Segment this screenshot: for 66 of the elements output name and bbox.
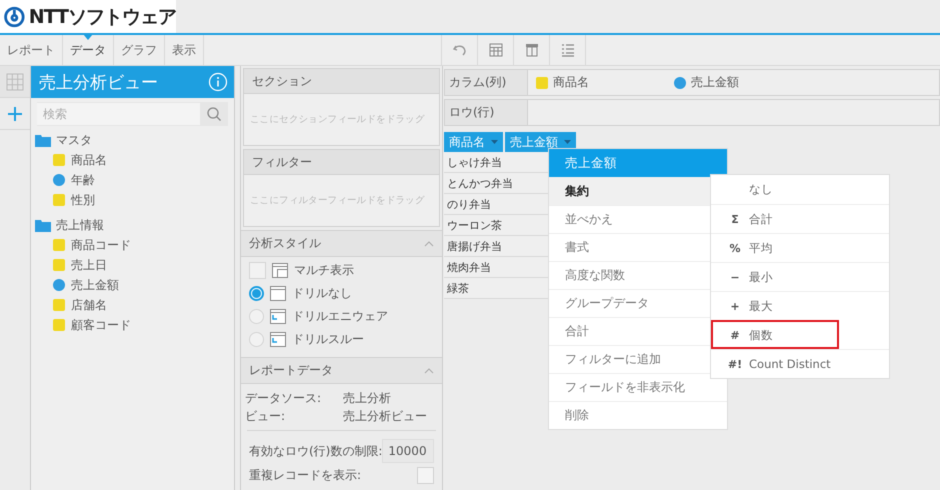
property-value: 売上分析: [343, 390, 391, 404]
search-field[interactable]: 検索: [37, 102, 228, 126]
search-icon[interactable]: [206, 106, 222, 122]
field-item[interactable]: 店舗名: [71, 296, 107, 314]
measure-icon: [53, 279, 65, 291]
field-item[interactable]: 年齢: [71, 172, 95, 188]
menu-tab[interactable]: レポート: [0, 35, 63, 65]
field-item[interactable]: 商品コード: [71, 236, 131, 254]
radio-button[interactable]: [249, 309, 264, 324]
option-label: ドリルなし: [292, 285, 352, 302]
folder-label[interactable]: 売上情報: [56, 216, 104, 234]
shelf-field[interactable]: 売上金額: [691, 74, 739, 91]
dimension-icon: [53, 194, 65, 206]
field-label: 有効なロウ(行)数の制限:: [249, 442, 382, 460]
shelf-field[interactable]: 商品名: [553, 74, 589, 91]
dimension-icon: [53, 299, 65, 311]
menu-title: 売上金額: [549, 149, 727, 177]
panel-title: 売上分析ビュー: [39, 72, 158, 94]
radio-button[interactable]: [249, 286, 264, 301]
property-value: 売上分析ビュー: [343, 408, 427, 422]
field-item[interactable]: 売上金額: [71, 276, 119, 294]
layout-icon: [270, 332, 286, 347]
dimension-icon: [53, 319, 65, 331]
folder-icon: [35, 218, 51, 232]
menu-tab[interactable]: グラフ: [114, 35, 165, 65]
layout-icon: [270, 309, 286, 324]
dropdown-icon[interactable]: [564, 140, 571, 144]
radio-button[interactable]: [249, 332, 264, 347]
dimension-icon: [536, 76, 548, 88]
field-item[interactable]: 売上日: [71, 256, 107, 274]
option-label: ドリルスルー: [292, 331, 364, 348]
property-label: データソース:: [245, 390, 322, 404]
field-item[interactable]: 顧客コード: [71, 316, 131, 334]
option-label: マルチ表示: [294, 262, 354, 279]
row-limit-field[interactable]: 10000: [382, 439, 434, 463]
collapse-icon[interactable]: [424, 368, 434, 374]
shelf-label: カラム(列): [445, 70, 528, 95]
measure-icon: [53, 174, 65, 186]
dimension-icon: [53, 259, 65, 271]
field-label: 重複レコードを表示:: [249, 467, 362, 484]
field-item[interactable]: 性別: [71, 192, 95, 208]
grid-icon[interactable]: [0, 66, 30, 98]
dropdown-icon[interactable]: [491, 140, 498, 144]
folder-label[interactable]: マスタ: [56, 132, 92, 148]
dimension-icon: [53, 154, 65, 166]
folder-icon: [35, 134, 51, 146]
property-label: ビュー:: [245, 408, 286, 422]
layout-icon: [272, 263, 288, 278]
menu-tab[interactable]: データ: [63, 35, 114, 65]
checkbox[interactable]: [249, 262, 266, 279]
menu-item[interactable]: # 個数: [711, 320, 839, 349]
section-header: フィルター: [244, 150, 439, 175]
checkbox[interactable]: [417, 467, 434, 484]
collapse-icon[interactable]: [424, 240, 434, 246]
shelf-label: ロウ(行): [445, 100, 528, 125]
info-icon[interactable]: [208, 72, 228, 92]
option-label: ドリルエニウェア: [292, 308, 388, 325]
measure-icon: [674, 76, 686, 88]
section-header: セクション: [244, 69, 439, 94]
dimension-icon: [53, 239, 65, 251]
logo-text: NTTソフトウェア: [28, 4, 176, 30]
section-header: 分析スタイル: [249, 235, 321, 252]
menu-tab[interactable]: 表示: [165, 35, 204, 65]
layout-icon: [270, 286, 286, 301]
section-header: レポートデータ: [249, 362, 333, 379]
field-item[interactable]: 商品名: [71, 152, 107, 168]
